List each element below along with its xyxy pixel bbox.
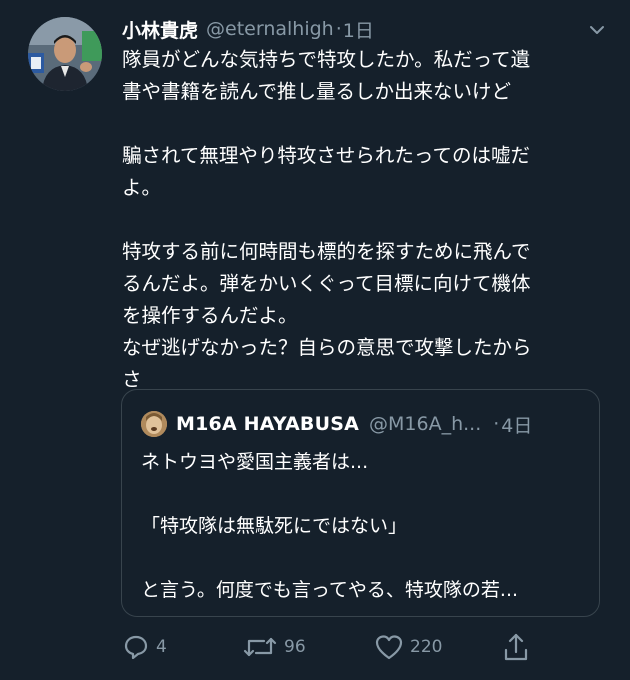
tweet-text-line: 特攻する前に何時間も標的を探すために飛んで [122,240,531,263]
reply-icon [124,635,148,660]
tweet-text-gap [122,108,592,140]
retweet-count: 96 [284,637,306,657]
author-handle[interactable]: @eternalhigh [206,18,334,40]
like-count: 220 [410,637,443,657]
quoted-text-gap [141,478,581,510]
quoted-author-handle: @M16A_h... [369,413,482,435]
tweet-text-line: 騙されて無理やり特攻させられたってのは嘘だ [122,144,530,167]
reply-count: 4 [156,637,167,657]
quoted-tweet[interactable]: M16A HAYABUSA @M16A_h... · 4日 ネトウヨや愛国主義者… [121,389,600,617]
tweet-header: 小林貴虎 @eternalhigh · 1日 [122,14,610,44]
author-avatar[interactable] [28,17,102,91]
quoted-text-line: 「特攻隊は無駄死にではない」 [141,515,408,537]
quoted-author-avatar [141,411,167,437]
quoted-text-line: と言う。何度でも言ってやる、特攻隊の若... [141,579,519,601]
tweet-actions: 4 96 220 [122,630,542,664]
retweet-button[interactable]: 96 [242,630,306,664]
quoted-tweet-timestamp: 4日 [501,414,533,437]
tweet[interactable]: 小林貴虎 @eternalhigh · 1日 隊員がどんな気持ちで特攻したか。私… [0,0,630,680]
author-name[interactable]: 小林貴虎 [122,16,198,43]
tweet-text-line: なぜ逃げなかった？自らの意思で攻撃したから [122,336,532,359]
tweet-timestamp[interactable]: 1日 [343,16,374,43]
chevron-down-icon [590,26,604,34]
tweet-text-gap [122,204,592,236]
tweet-text-line: るんだよ。弾をかいくぐって目標に向けて機体 [122,272,531,295]
quoted-avatar-image [141,411,167,437]
separator-dot: · [335,18,342,40]
like-button[interactable]: 220 [374,630,442,664]
retweet-icon [243,637,277,657]
reply-button[interactable]: 4 [122,630,167,664]
separator-dot: · [493,413,500,435]
share-icon [504,633,528,661]
quoted-tweet-header: M16A HAYABUSA @M16A_h... · 4日 [141,410,532,438]
heart-icon [375,635,403,660]
quoted-text-gap [141,542,581,574]
tweet-text-line: 書や書籍を読んで推し量るしか出来ないけど [122,80,512,103]
tweet-text: 隊員がどんな気持ちで特攻したか。私だって遺 書や書籍を読んで推し量るしか出来ない… [122,44,592,396]
tweet-text-line: を操作するんだよ。 [122,304,298,327]
quoted-text-line: ネトウヨや愛国主義者は... [141,451,369,473]
tweet-text-line: よ。 [122,176,162,199]
quoted-author-name: M16A HAYABUSA [176,413,359,435]
avatar-photo [28,17,102,91]
tweet-text-line: 隊員がどんな気持ちで特攻したか。私だって遺 [122,48,531,71]
quoted-tweet-text: ネトウヨや愛国主義者は... 「特攻隊は無駄死にではない」 と言う。何度でも言っ… [141,446,581,606]
share-button[interactable] [502,630,536,664]
more-options-button[interactable] [586,19,608,41]
